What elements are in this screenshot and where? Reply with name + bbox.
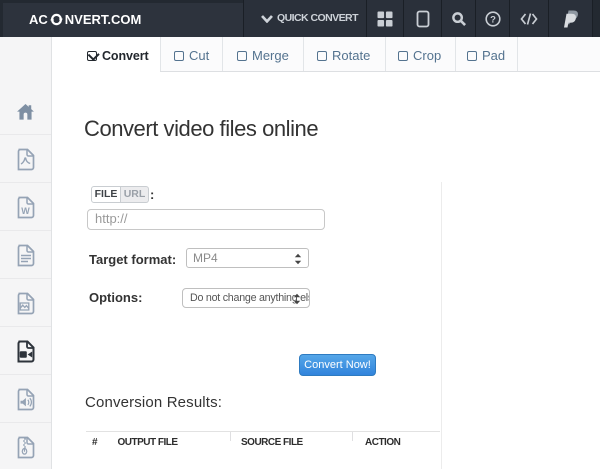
svg-text:W: W — [21, 206, 30, 216]
svg-text:?: ? — [490, 14, 496, 25]
